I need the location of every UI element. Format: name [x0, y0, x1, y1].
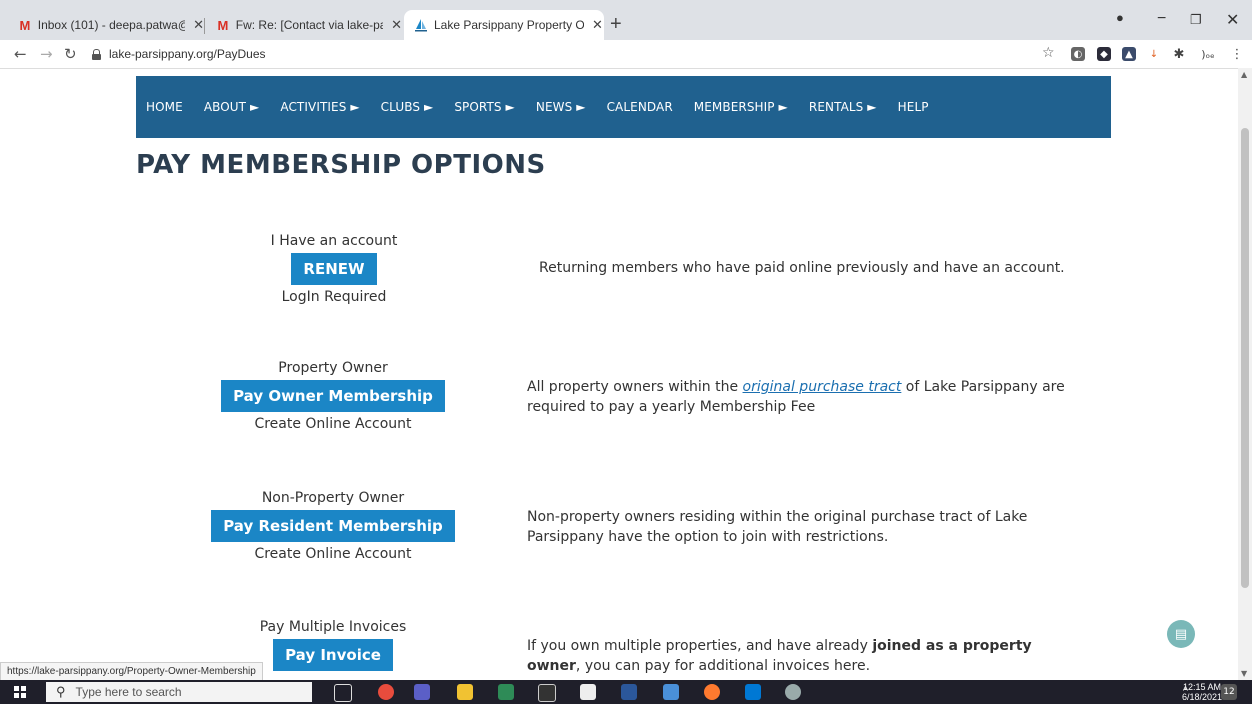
url-text: lake-parsippany.org/PayDues [109, 47, 266, 61]
renew-button[interactable]: RENEW [291, 253, 377, 285]
windows-start-icon[interactable] [14, 686, 26, 698]
profile-icon[interactable]: ● [1116, 10, 1124, 25]
option-top-label: Non-Property Owner [261, 490, 405, 506]
extension-icon[interactable]: )ₒₑ [1197, 47, 1219, 61]
tab-separator [204, 18, 205, 34]
word-icon[interactable] [621, 684, 637, 700]
browser-toolbar: ← → ↻ lake-parsippany.org/PayDues ☆ [0, 40, 1252, 69]
search-placeholder: Type here to search [75, 685, 182, 699]
nav-activities[interactable]: ACTIVITIES ► [280, 100, 359, 114]
nav-sports[interactable]: SPORTS ► [454, 100, 515, 114]
terminal-icon[interactable] [538, 684, 556, 702]
close-icon[interactable]: ✕ [193, 17, 204, 33]
notification-icon[interactable]: 12 [1221, 684, 1237, 700]
pay-resident-membership-button[interactable]: Pay Resident Membership [211, 510, 455, 542]
desc-text: , you can pay for additional invoices he… [575, 658, 871, 674]
task-view-icon[interactable] [334, 684, 352, 702]
clock-date: 6/18/2021 [1181, 692, 1222, 702]
nav-home[interactable]: HOME [146, 100, 183, 114]
clock-time: 12:15 AM [1182, 682, 1221, 692]
close-icon[interactable]: ✕ [391, 17, 402, 33]
option-top-label: Property Owner [278, 360, 388, 376]
forward-button[interactable]: → [40, 46, 53, 62]
site-nav: HOME ABOUT ► ACTIVITIES ► CLUBS ► SPORTS… [136, 76, 1111, 138]
puzzle-icon[interactable]: ✱ [1172, 47, 1186, 62]
tab-title: Fw: Re: [Contact via lake-parsipp [235, 18, 383, 32]
option-bottom-label: Create Online Account [254, 546, 412, 562]
tab-title: Inbox (101) - deepa.patwa@gma [37, 18, 185, 32]
extension-icon[interactable]: ↓ [1147, 47, 1161, 61]
status-link-preview: https://lake-parsippany.org/Property-Own… [0, 662, 263, 682]
gmail-icon: M [217, 17, 229, 33]
nav-rentals[interactable]: RENTALS ► [809, 100, 877, 114]
scroll-thumb[interactable] [1241, 128, 1249, 588]
app-icon[interactable] [704, 684, 720, 700]
option-renew: I Have an account RENEW LogIn Required [184, 233, 484, 305]
close-icon[interactable]: ✕ [592, 17, 603, 33]
window-close-button[interactable]: ✕ [1226, 10, 1239, 30]
chrome-icon[interactable] [378, 684, 394, 700]
app-icon[interactable] [580, 684, 596, 700]
teams-icon[interactable] [414, 684, 430, 700]
new-tab-button[interactable]: + [610, 14, 622, 34]
scroll-up-icon[interactable]: ▲ [1241, 70, 1247, 79]
nav-help[interactable]: HELP [898, 100, 929, 114]
page-scrollbar[interactable]: ▲ ▼ [1238, 68, 1252, 680]
desc-text: If you own multiple properties, and have… [527, 638, 873, 654]
tab-lake-parsippany[interactable]: Lake Parsippany Property Owner ✕ [404, 10, 604, 40]
maximize-button[interactable]: ❐ [1190, 12, 1202, 28]
chat-icon[interactable]: ▤ [1167, 620, 1195, 648]
option-description: If you own multiple properties, and have… [527, 636, 1072, 676]
lock-icon [92, 49, 101, 60]
option-owner: Property Owner Pay Owner Membership Crea… [183, 360, 483, 432]
option-resident: Non-Property Owner Pay Resident Membersh… [183, 490, 483, 562]
app-icon[interactable] [785, 684, 801, 700]
option-bottom-label: LogIn Required [281, 289, 387, 305]
option-top-label: I Have an account [270, 233, 398, 249]
address-bar[interactable]: lake-parsippany.org/PayDues [92, 44, 1052, 64]
nav-news[interactable]: NEWS ► [536, 100, 586, 114]
nav-clubs[interactable]: CLUBS ► [381, 100, 434, 114]
back-button[interactable]: ← [14, 46, 27, 62]
outlook-icon[interactable] [745, 684, 761, 700]
taskbar-search[interactable]: ⚲ Type here to search [46, 682, 312, 702]
nav-membership[interactable]: MEMBERSHIP ► [694, 100, 788, 114]
sailboat-icon [414, 18, 428, 32]
file-explorer-icon[interactable] [457, 684, 473, 700]
minimize-button[interactable]: − [1157, 10, 1166, 28]
pay-owner-membership-button[interactable]: Pay Owner Membership [221, 380, 445, 412]
tab-gmail-inbox[interactable]: M Inbox (101) - deepa.patwa@gma ✕ [8, 10, 204, 40]
pay-invoice-button[interactable]: Pay Invoice [273, 639, 393, 671]
original-purchase-tract-link[interactable]: original purchase tract [743, 379, 902, 395]
gmail-icon: M [19, 17, 31, 33]
app-icon[interactable] [663, 684, 679, 700]
reload-button[interactable]: ↻ [64, 46, 77, 62]
extension-icon[interactable]: ◐ [1071, 47, 1085, 61]
tab-title: Lake Parsippany Property Owner [434, 18, 584, 32]
scroll-down-icon[interactable]: ▼ [1241, 669, 1247, 678]
search-icon: ⚲ [56, 684, 66, 699]
extension-icon[interactable]: ▲ [1122, 47, 1136, 61]
nav-calendar[interactable]: CALENDAR [607, 100, 673, 114]
menu-icon[interactable]: ⋮ [1230, 47, 1244, 62]
app-icon[interactable] [498, 684, 514, 700]
taskbar-clock[interactable]: 12:15 AM 6/18/2021 [1182, 682, 1222, 702]
nav-about[interactable]: ABOUT ► [204, 100, 260, 114]
option-description: Returning members who have paid online p… [539, 260, 1065, 276]
option-description: Non-property owners residing within the … [527, 509, 1028, 545]
desc-text: All property owners within the [527, 379, 743, 395]
page-title: PAY MEMBERSHIP OPTIONS [136, 150, 546, 180]
star-icon[interactable]: ☆ [1042, 45, 1055, 61]
option-bottom-label: Create Online Account [254, 416, 412, 432]
tab-gmail-fw[interactable]: M Fw: Re: [Contact via lake-parsipp ✕ [206, 10, 402, 40]
tab-strip: M Inbox (101) - deepa.patwa@gma ✕ M Fw: … [0, 0, 1252, 40]
extension-icon[interactable]: ◆ [1097, 47, 1111, 61]
option-description: All property owners within the original … [527, 377, 1087, 417]
option-top-label: Pay Multiple Invoices [259, 619, 407, 635]
